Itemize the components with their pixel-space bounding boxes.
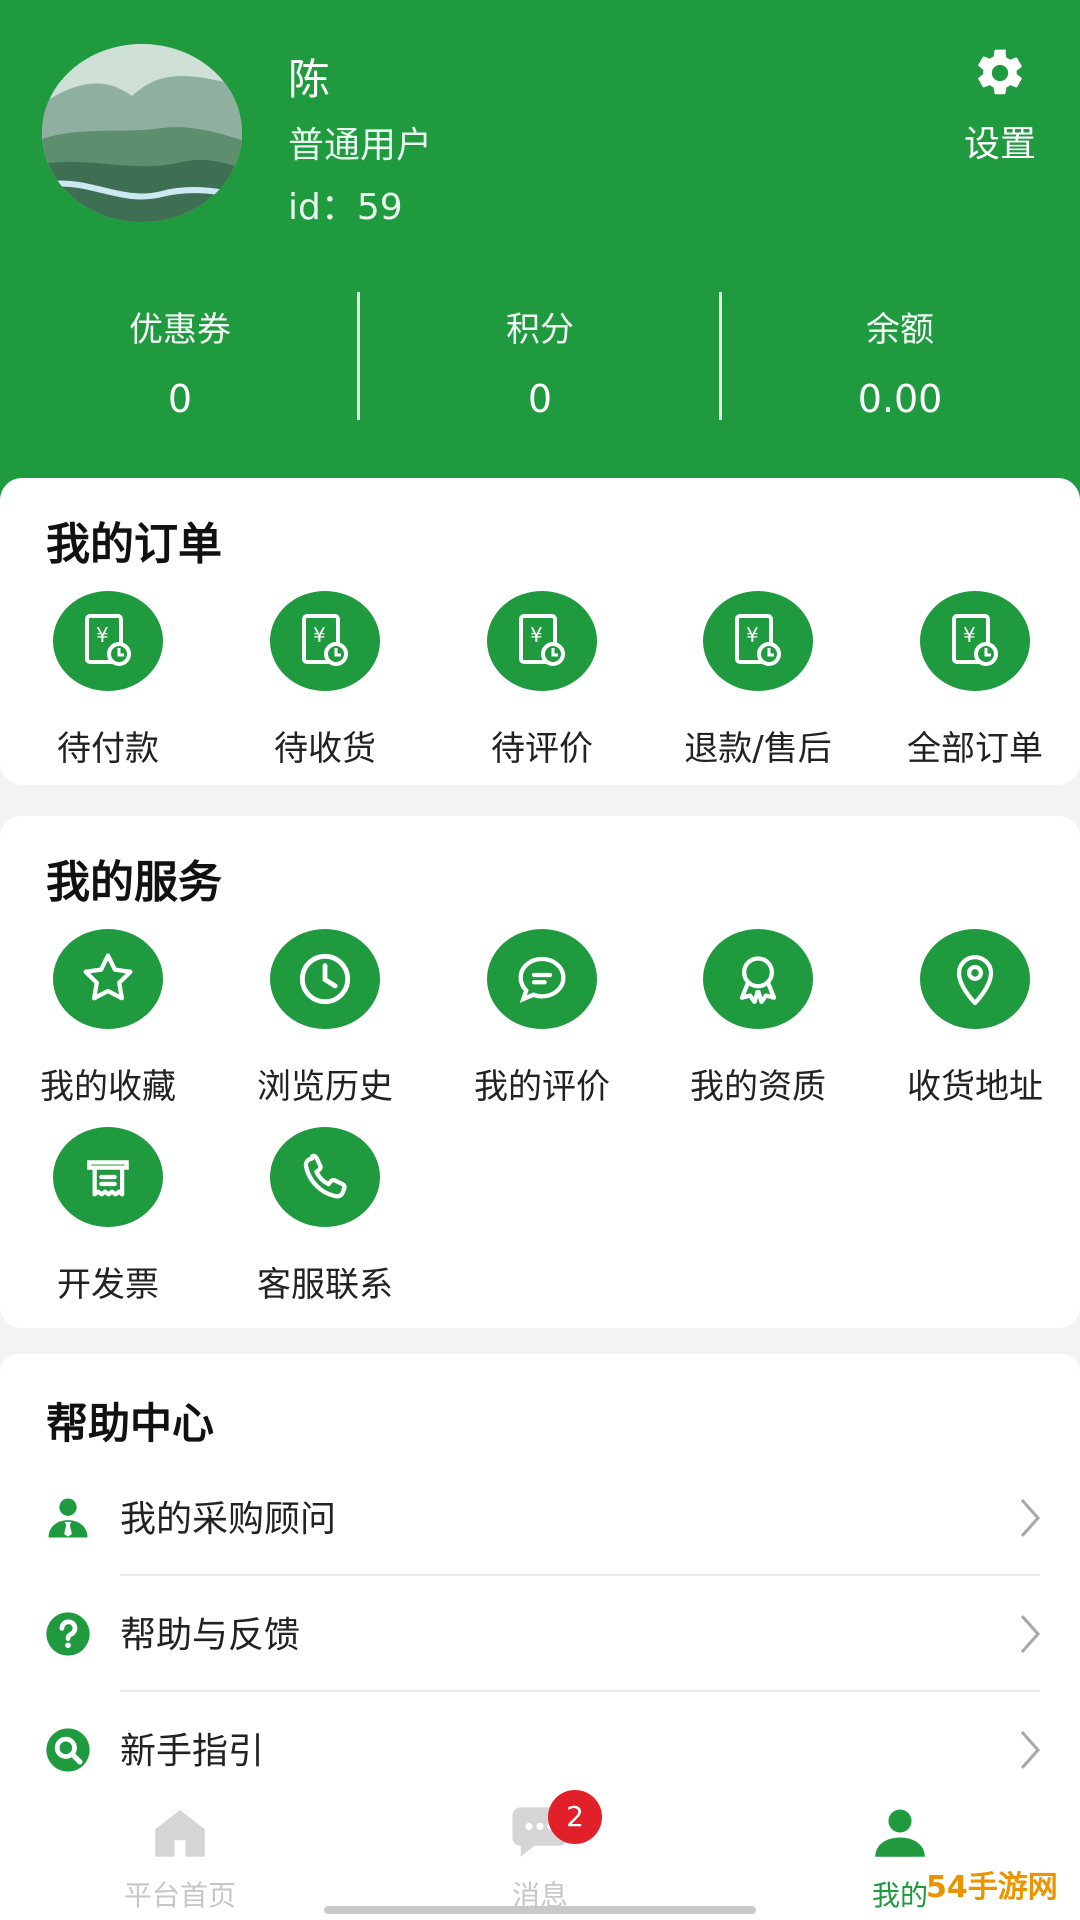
services-title: 我的服务 bbox=[46, 857, 222, 908]
profile-header: 陈 普通用户 id：59 设置 优惠券 0 积分 0 余额 0.00 bbox=[0, 0, 1080, 520]
gear-icon bbox=[972, 49, 1028, 105]
user-id: id：59 bbox=[288, 187, 403, 228]
service-label: 浏览历史 bbox=[257, 1067, 393, 1107]
service-favorites[interactable]: 我的收藏 bbox=[13, 929, 203, 1108]
chevron-right-icon bbox=[1016, 1496, 1044, 1540]
help-item-label: 帮助与反馈 bbox=[120, 1615, 301, 1656]
service-invoice[interactable]: 开发票 bbox=[13, 1127, 203, 1306]
tab-messages[interactable]: 消息 bbox=[430, 1804, 650, 1914]
help-item-feedback[interactable]: 帮助与反馈 bbox=[0, 1576, 1080, 1692]
avatar[interactable] bbox=[42, 44, 242, 222]
help-item-advisor[interactable]: 我的采购顾问 bbox=[0, 1460, 1080, 1576]
chevron-right-icon bbox=[1016, 1612, 1044, 1656]
help-title: 帮助中心 bbox=[46, 1399, 215, 1448]
watermark-logo: 54手游网 bbox=[926, 1870, 1058, 1905]
home-indicator[interactable] bbox=[324, 1906, 756, 1914]
services-card: 我的服务 我的收藏 浏览历史 我的评价 我的资质 收货地址 开发票 客服联系 bbox=[0, 816, 1080, 1328]
phone-icon bbox=[270, 1127, 380, 1227]
order-pending-receipt[interactable]: ¥ 待收货 bbox=[230, 591, 420, 770]
stats-bar: 优惠券 0 积分 0 余额 0.00 bbox=[0, 292, 1080, 432]
receipt-clock-icon: ¥ bbox=[703, 591, 813, 691]
stat-value: 0 bbox=[167, 377, 193, 421]
stat-points[interactable]: 积分 0 bbox=[360, 292, 720, 432]
bottom-nav: 平台首页 消息 我的 bbox=[0, 1788, 1080, 1920]
search-icon bbox=[42, 1724, 94, 1776]
invoice-printer-icon bbox=[53, 1127, 163, 1227]
svg-text:¥: ¥ bbox=[313, 623, 326, 647]
stat-value: 0.00 bbox=[857, 377, 943, 421]
service-label: 收货地址 bbox=[907, 1067, 1043, 1107]
chevron-right-icon bbox=[1016, 1728, 1044, 1772]
user-icon bbox=[867, 1809, 933, 1864]
order-label: 待收货 bbox=[274, 729, 376, 769]
service-label: 开发票 bbox=[57, 1265, 159, 1305]
order-refund-aftersales[interactable]: ¥ 退款/售后 bbox=[663, 591, 853, 770]
order-label: 待评价 bbox=[491, 729, 593, 769]
message-count-badge: 2 bbox=[548, 1790, 602, 1844]
orders-card: 我的订单 ¥ 待付款 ¥ 待收货 ¥ 待评价 ¥ 退款/售后 ¥ 全部订单 bbox=[0, 478, 1080, 785]
service-history[interactable]: 浏览历史 bbox=[230, 929, 420, 1108]
service-address[interactable]: 收货地址 bbox=[880, 929, 1070, 1108]
advisor-icon bbox=[42, 1492, 94, 1544]
receipt-clock-icon: ¥ bbox=[487, 591, 597, 691]
award-badge-icon bbox=[703, 929, 813, 1029]
service-label: 我的资质 bbox=[690, 1067, 826, 1107]
user-type: 普通用户 bbox=[288, 125, 433, 166]
user-name: 陈 bbox=[288, 55, 331, 104]
profile-page: 陈 普通用户 id：59 设置 优惠券 0 积分 0 余额 0.00 我的订单 … bbox=[0, 0, 1080, 1920]
svg-text:¥: ¥ bbox=[96, 623, 109, 647]
settings-button[interactable]: 设置 bbox=[940, 45, 1060, 165]
svg-text:¥: ¥ bbox=[746, 623, 759, 647]
service-label: 我的评价 bbox=[474, 1067, 610, 1107]
stat-balance[interactable]: 余额 0.00 bbox=[720, 292, 1080, 432]
service-support[interactable]: 客服联系 bbox=[230, 1127, 420, 1306]
stat-label: 优惠券 bbox=[129, 310, 231, 350]
chat-bubble-icon bbox=[487, 929, 597, 1029]
home-icon bbox=[147, 1810, 213, 1864]
svg-text:¥: ¥ bbox=[963, 623, 976, 647]
order-pending-payment[interactable]: ¥ 待付款 bbox=[13, 591, 203, 770]
star-icon bbox=[53, 929, 163, 1029]
order-label: 退款/售后 bbox=[684, 729, 832, 769]
tab-label: 平台首页 bbox=[123, 1879, 236, 1912]
service-qualification[interactable]: 我的资质 bbox=[663, 929, 853, 1108]
order-all[interactable]: ¥ 全部订单 bbox=[880, 591, 1070, 770]
receipt-clock-icon: ¥ bbox=[270, 591, 380, 691]
tab-home[interactable]: 平台首页 bbox=[70, 1804, 290, 1914]
settings-label: 设置 bbox=[963, 124, 1036, 165]
service-reviews[interactable]: 我的评价 bbox=[447, 929, 637, 1108]
stats-divider bbox=[357, 292, 360, 420]
location-pin-icon bbox=[920, 929, 1030, 1029]
order-label: 待付款 bbox=[57, 729, 159, 769]
question-icon bbox=[42, 1608, 94, 1660]
stats-divider bbox=[719, 292, 722, 420]
help-center-card: 帮助中心 我的采购顾问 帮助与反馈 新手指引 bbox=[0, 1354, 1080, 1826]
help-item-label: 新手指引 bbox=[120, 1731, 265, 1772]
clock-icon bbox=[270, 929, 380, 1029]
receipt-clock-icon: ¥ bbox=[53, 591, 163, 691]
order-label: 全部订单 bbox=[907, 729, 1043, 769]
stat-label: 余额 bbox=[866, 310, 934, 350]
help-item-label: 我的采购顾问 bbox=[120, 1499, 337, 1540]
stat-label: 积分 bbox=[506, 310, 574, 350]
svg-text:¥: ¥ bbox=[530, 623, 543, 647]
receipt-clock-icon: ¥ bbox=[920, 591, 1030, 691]
message-icon bbox=[507, 1807, 573, 1864]
stat-value: 0 bbox=[527, 377, 553, 421]
stat-coupons[interactable]: 优惠券 0 bbox=[0, 292, 360, 432]
service-label: 客服联系 bbox=[257, 1265, 393, 1305]
order-pending-review[interactable]: ¥ 待评价 bbox=[447, 591, 637, 770]
orders-title: 我的订单 bbox=[46, 519, 222, 570]
service-label: 我的收藏 bbox=[40, 1067, 176, 1107]
